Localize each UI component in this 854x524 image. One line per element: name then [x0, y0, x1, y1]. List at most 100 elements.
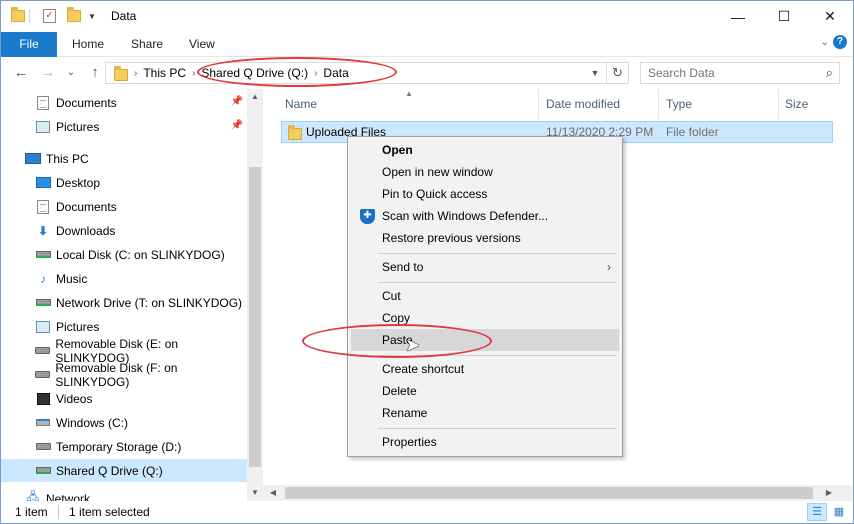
menu-item-label: Scan with Windows Defender...	[382, 209, 549, 223]
title-bar: ✓ ▼ Data — ☐ ✕	[1, 1, 853, 32]
sidebar-item-label: Network	[46, 491, 91, 502]
help-icon[interactable]: ?	[833, 35, 847, 49]
sidebar-item-label: Videos	[56, 391, 93, 406]
sidebar-item-local-disk-c[interactable]: Local Disk (C: on SLINKYDOG)	[1, 243, 247, 266]
back-button[interactable]: ←	[11, 63, 31, 83]
network-drive-icon	[35, 295, 51, 311]
refresh-button[interactable]: ↻	[606, 63, 628, 83]
menu-item-create-shortcut[interactable]: Create shortcut	[351, 358, 619, 380]
menu-item-rename[interactable]: Rename	[351, 402, 619, 424]
details-view-icon[interactable]: ☰	[807, 503, 827, 521]
tab-share[interactable]: Share	[131, 32, 163, 57]
sidebar-item-downloads[interactable]: ⬇ Downloads	[1, 219, 247, 242]
horizontal-scrollbar[interactable]: ◀ ▶	[263, 485, 853, 501]
folder-icon	[11, 7, 25, 25]
sidebar-item-removable-disk-f[interactable]: Removable Disk (F: on SLINKYDOG)	[1, 361, 247, 389]
menu-item-cut[interactable]: Cut	[351, 285, 619, 307]
customize-toolbar-dropdown-icon[interactable]: ▼	[88, 7, 96, 25]
search-input[interactable]	[641, 63, 811, 83]
tab-file[interactable]: File	[1, 32, 57, 57]
file-type: File folder	[666, 125, 719, 139]
sidebar-item-videos[interactable]: Videos	[1, 387, 247, 410]
search-box[interactable]: ⌕	[640, 62, 840, 84]
scroll-down-icon[interactable]: ▼	[247, 485, 263, 501]
scroll-up-icon[interactable]: ▲	[247, 89, 263, 105]
column-header-size[interactable]: Size	[785, 89, 808, 119]
documents-icon	[35, 199, 51, 215]
scroll-left-icon[interactable]: ◀	[265, 485, 281, 501]
status-item-count: 1 item	[15, 505, 48, 519]
sidebar-item-label: Pictures	[56, 319, 100, 334]
sidebar-item-pictures-pinned[interactable]: Pictures 📌	[1, 115, 247, 138]
maximize-button[interactable]: ☐	[761, 1, 807, 32]
menu-item-send-to[interactable]: Send to ›	[351, 256, 619, 278]
sidebar-item-music[interactable]: ♪ Music	[1, 267, 247, 290]
sidebar-item-desktop[interactable]: Desktop	[1, 171, 247, 194]
properties-quick-icon[interactable]: ✓	[43, 7, 56, 25]
column-header-name[interactable]: Name	[285, 89, 317, 119]
status-divider	[58, 505, 59, 519]
scroll-right-icon[interactable]: ▶	[821, 485, 837, 501]
menu-separator	[378, 282, 616, 283]
sidebar-item-shared-q-drive[interactable]: Shared Q Drive (Q:)	[1, 459, 247, 482]
status-selected: 1 item selected	[69, 505, 150, 519]
pictures-icon	[35, 119, 51, 135]
column-divider[interactable]	[778, 89, 779, 119]
large-icons-view-icon[interactable]: ▦	[829, 503, 849, 521]
menu-separator	[378, 253, 616, 254]
chevron-right-icon[interactable]: ›	[192, 68, 195, 79]
sidebar-item-documents[interactable]: Documents	[1, 195, 247, 218]
sidebar-item-windows-c[interactable]: Windows (C:)	[1, 411, 247, 434]
tab-home[interactable]: Home	[72, 32, 104, 57]
menu-item-scan-defender[interactable]: ✚ Scan with Windows Defender...	[351, 205, 619, 227]
sidebar-item-temporary-storage-d[interactable]: Temporary Storage (D:)	[1, 435, 247, 458]
column-divider[interactable]	[538, 89, 539, 119]
new-folder-quick-icon[interactable]	[67, 7, 81, 25]
forward-button[interactable]: →	[38, 63, 58, 83]
sidebar-item-label: Documents	[56, 199, 117, 214]
sidebar-item-this-pc[interactable]: This PC	[1, 147, 247, 170]
breadcrumb-this-pc[interactable]: This PC	[143, 66, 186, 80]
menu-item-delete[interactable]: Delete	[351, 380, 619, 402]
menu-item-open-new-window[interactable]: Open in new window	[351, 161, 619, 183]
scrollbar-thumb[interactable]	[249, 167, 261, 467]
menu-item-properties[interactable]: Properties	[351, 431, 619, 453]
column-header-date-modified[interactable]: Date modified	[546, 89, 620, 119]
menu-item-restore-versions[interactable]: Restore previous versions	[351, 227, 619, 249]
pictures-icon	[35, 319, 51, 335]
up-button[interactable]: ↑	[85, 63, 105, 83]
sidebar-item-network-drive-t[interactable]: Network Drive (T: on SLINKYDOG)	[1, 291, 247, 314]
annotation-ellipse-paste	[302, 324, 492, 358]
pin-icon[interactable]: 📌	[231, 120, 243, 131]
column-divider[interactable]	[658, 89, 659, 119]
sidebar-item-network[interactable]: 🖧 Network	[1, 487, 247, 501]
sidebar-item-label: Temporary Storage (D:)	[56, 439, 182, 454]
close-button[interactable]: ✕	[807, 1, 853, 32]
address-dropdown-icon[interactable]: ▼	[586, 63, 604, 83]
search-icon[interactable]: ⌕	[826, 65, 833, 81]
shield-icon: ✚	[360, 209, 375, 224]
pin-icon[interactable]: 📌	[231, 96, 243, 107]
sidebar-item-label: Local Disk (C: on SLINKYDOG)	[56, 247, 225, 262]
scrollbar-thumb[interactable]	[285, 487, 813, 499]
sidebar-item-label: Desktop	[56, 175, 101, 190]
menu-item-open[interactable]: Open	[351, 139, 619, 161]
column-header-type[interactable]: Type	[666, 89, 692, 119]
sidebar-item-removable-disk-e[interactable]: Removable Disk (E: on SLINKYDOG)	[1, 337, 247, 365]
chevron-right-icon: ›	[134, 67, 138, 79]
windows-drive-icon	[35, 415, 51, 431]
menu-item-pin-quick-access[interactable]: Pin to Quick access	[351, 183, 619, 205]
sidebar-item-pictures[interactable]: Pictures	[1, 315, 247, 338]
minimize-button[interactable]: —	[715, 1, 761, 32]
menu-separator	[378, 428, 616, 429]
downloads-icon: ⬇	[37, 223, 49, 238]
recent-locations-button[interactable]: ⌄	[61, 63, 81, 83]
tab-view[interactable]: View	[189, 32, 215, 57]
sidebar-item-documents-pinned[interactable]: Documents 📌	[1, 91, 247, 114]
sidebar-scrollbar[interactable]: ▲ ▼	[247, 89, 263, 501]
window-title: Data	[111, 9, 137, 23]
annotation-ellipse-address	[197, 57, 397, 87]
sidebar-item-label: Music	[56, 271, 88, 286]
computer-icon	[25, 151, 41, 167]
expand-ribbon-icon[interactable]: ⌄	[821, 37, 829, 48]
